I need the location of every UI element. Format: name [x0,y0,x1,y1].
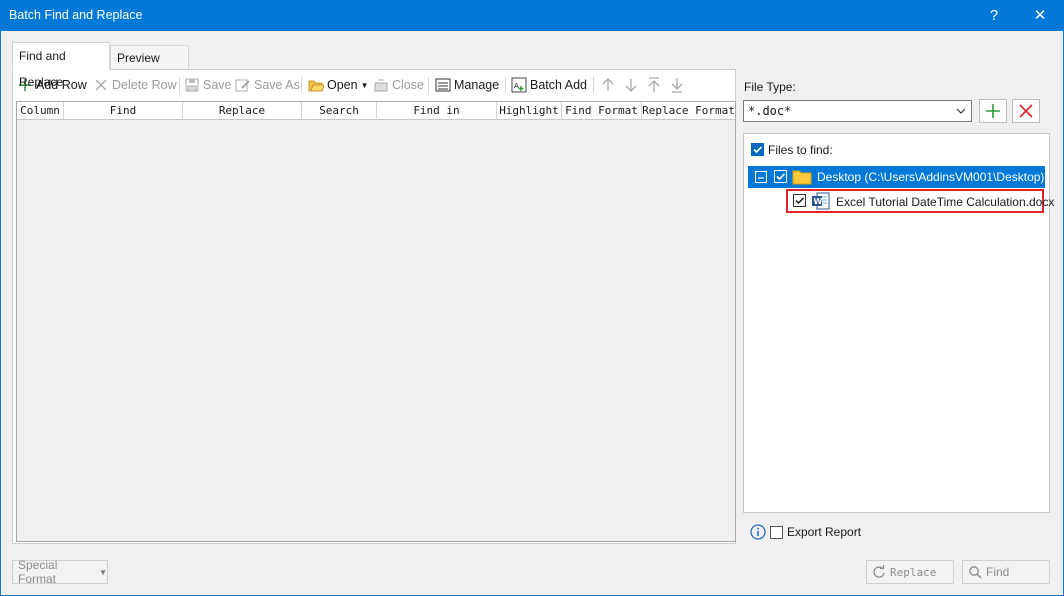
close-file-icon [373,77,389,93]
folder-open-icon [308,77,325,93]
tab-find-and-replace[interactable]: Find and Replace [12,42,110,89]
folder-label: Desktop (C:\Users\AddinsVM001\Desktop) [817,170,1045,184]
help-button[interactable]: ? [974,0,1014,31]
column-header[interactable]: Find Format [562,102,642,120]
arrow-bottom-icon [671,78,683,93]
svg-text:A: A [514,82,519,90]
search-icon [969,566,982,579]
x-icon [93,77,109,93]
arrow-up-icon [602,78,614,91]
tab-preview-result[interactable]: Preview Result [110,45,189,89]
manage-label: Manage [454,78,500,92]
export-report-label: Export Report [787,525,862,539]
check-icon [795,197,805,205]
find-label: Find [986,565,1010,579]
move-down-button[interactable] [624,76,638,94]
floppy-icon [184,77,200,93]
batch-add-label: Batch Add [530,78,587,92]
svg-text:W: W [814,197,823,206]
toolbar-divider [505,77,506,93]
close-label: Close [392,78,424,92]
find-replace-panel: Add Row Delete Row Save Save As Op [12,69,736,544]
find-button[interactable]: Find [962,560,1050,584]
batch-add-button[interactable]: A Batch Add [511,76,587,94]
save-label: Save [203,78,232,92]
move-top-button[interactable] [647,76,661,94]
arrow-down-icon [625,79,637,92]
arrow-top-icon [648,77,660,92]
export-report-checkbox[interactable] [770,526,783,539]
folder-checkbox[interactable] [774,170,787,183]
open-label: Open [327,78,358,92]
special-format-button[interactable]: Special Format ▼ [12,558,108,586]
toolbar: Add Row Delete Row Save Save As Op [13,70,735,100]
check-icon [753,146,763,154]
delete-row-label: Delete Row [112,78,177,92]
replace-button[interactable]: Replace [866,560,954,584]
file-type-label: File Type: [744,80,796,94]
refresh-icon [873,565,885,578]
manage-button[interactable]: Manage [435,76,499,94]
column-header[interactable]: Search [302,102,377,120]
close-window-button[interactable]: ✕ [1020,0,1060,31]
file-type-value: *.doc* [748,104,792,118]
dropdown-arrow-icon: ▼ [99,567,107,577]
save-as-button[interactable]: Save As [235,76,300,94]
toolbar-divider [428,77,429,93]
move-bottom-button[interactable] [670,76,684,94]
x-icon [1019,104,1033,118]
rules-grid[interactable]: Column Find Replace Search Find in Highl… [16,101,736,542]
chevron-down-icon [954,104,968,118]
folder-icon [792,169,812,188]
file-label: Excel Tutorial DateTime Calculation.docx [836,195,1055,209]
info-icon[interactable] [750,524,766,543]
move-up-button[interactable] [601,76,615,94]
remove-file-type-button[interactable] [1012,99,1040,123]
save-as-label: Save As [254,78,300,92]
save-as-icon [235,77,251,93]
files-panel: Files to find: Desktop (C:\Users\AddinsV… [743,133,1054,513]
minus-icon [758,177,764,179]
check-icon [776,173,786,181]
column-header[interactable]: Replace [183,102,302,120]
collapse-toggle[interactable] [755,171,767,183]
tab-label: Find and Replace [19,49,66,89]
delete-row-button[interactable]: Delete Row [93,76,177,94]
toolbar-divider [301,77,302,93]
save-button[interactable]: Save [184,76,232,94]
title-bar: Batch Find and Replace ? ✕ [0,0,1064,31]
open-button[interactable]: Open ▼ [308,76,369,94]
column-header[interactable]: Find in [377,102,497,120]
column-header[interactable]: Find [64,102,183,120]
files-to-find-checkbox[interactable] [751,143,764,156]
toolbar-divider [179,77,180,93]
grid-header: Column Find Replace Search Find in Highl… [17,102,735,120]
word-document-icon: W [812,192,830,213]
file-type-select[interactable]: *.doc* [743,100,972,122]
column-header[interactable]: Highlight [497,102,562,120]
column-header[interactable]: Replace Format [642,102,735,120]
special-format-label: Special Format [18,558,58,586]
window-title: Batch Find and Replace [9,8,143,22]
list-icon [435,77,451,93]
file-checkbox[interactable] [793,194,806,207]
close-file-button[interactable]: Close [373,76,424,94]
batch-add-icon: A [511,77,527,93]
dropdown-arrow-icon: ▼ [360,80,369,90]
plus-icon [986,104,1000,118]
tree-item-folder[interactable]: Desktop (C:\Users\AddinsVM001\Desktop) [748,166,1045,188]
column-header[interactable]: Column [17,102,64,120]
add-file-type-button[interactable] [979,99,1007,123]
files-to-find-label: Files to find: [768,143,833,157]
replace-label: Replace [890,565,937,579]
toolbar-divider [593,77,594,93]
tree-item-file[interactable]: W Excel Tutorial DateTime Calculation.do… [786,189,1054,213]
